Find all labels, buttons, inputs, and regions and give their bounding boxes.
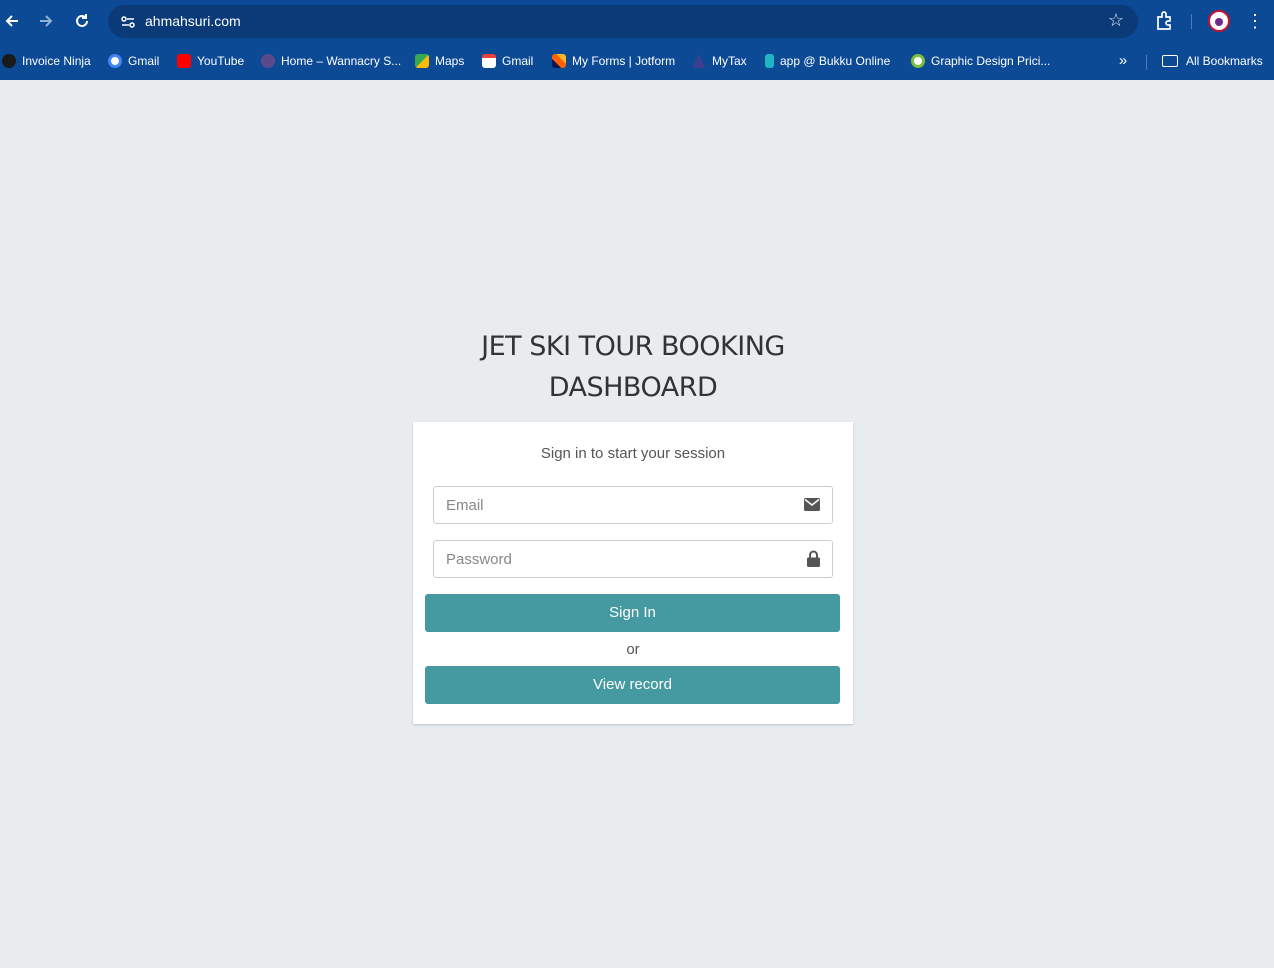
menu-dots-icon[interactable]: ⋮ <box>1245 10 1265 32</box>
bookmark-label: Invoice Ninja <box>22 54 91 68</box>
bookmark-item[interactable]: Gmail <box>108 51 159 71</box>
bookmark-item[interactable]: MyTax <box>692 51 747 71</box>
maps-icon <box>415 54 429 68</box>
bookmark-label: MyTax <box>712 54 747 68</box>
bookmark-label: Maps <box>435 54 465 68</box>
bookmark-item[interactable]: Gmail <box>482 51 533 71</box>
address-bar[interactable]: ahmahsuri.com ☆ <box>108 5 1138 38</box>
bookmark-label: Gmail <box>502 54 534 68</box>
youtube-icon <box>177 54 191 68</box>
bukku-icon <box>765 54 774 68</box>
mytax-icon <box>692 54 706 68</box>
all-bookmarks-label: All Bookmarks <box>1186 54 1263 68</box>
bookmark-item[interactable]: My Forms | Jotform <box>552 51 675 71</box>
bookmark-label: app @ Bukku Online <box>780 54 891 68</box>
reload-icon[interactable] <box>70 9 94 33</box>
folder-icon <box>1162 55 1178 67</box>
lock-icon <box>807 550 820 572</box>
bookmark-item[interactable]: YouTube <box>177 51 244 71</box>
toolbar-separator <box>1191 14 1192 29</box>
bookmark-item[interactable]: Graphic Design Prici... <box>911 51 1050 71</box>
bookmark-item[interactable]: Home – Wannacry S... <box>261 51 401 71</box>
email-input[interactable] <box>434 487 794 523</box>
bookmarks-bar: Invoice Ninja Gmail YouTube Home – Wanna… <box>0 42 1274 80</box>
page-title: JET SKI TOUR BOOKING DASHBOARD <box>433 326 833 408</box>
jotform-icon <box>552 54 566 68</box>
password-input[interactable] <box>434 541 794 577</box>
sign-in-button[interactable]: Sign In <box>425 594 840 632</box>
bookmark-star-icon[interactable]: ☆ <box>1108 10 1124 31</box>
all-bookmarks-button[interactable]: All Bookmarks <box>1162 51 1263 71</box>
gmail-icon <box>482 54 496 68</box>
url-text: ahmahsuri.com <box>145 13 241 29</box>
bookmarks-separator <box>1146 55 1147 70</box>
login-card: Sign in to start your session Sign In or… <box>413 422 853 724</box>
extensions-icon[interactable] <box>1154 10 1176 32</box>
email-field <box>433 486 833 524</box>
bookmark-item[interactable]: Maps <box>415 51 464 71</box>
more-bookmarks-icon[interactable]: » <box>1113 51 1133 71</box>
site-info-icon[interactable] <box>115 9 140 34</box>
password-field <box>433 540 833 578</box>
page-title-line1: JET SKI TOUR BOOKING <box>481 331 785 362</box>
bookmark-label: Gmail <box>128 54 160 68</box>
browser-toolbar: ahmahsuri.com ☆ ⋮ <box>0 0 1274 42</box>
bookmark-label: YouTube <box>197 54 245 68</box>
bookmark-label: Graphic Design Prici... <box>931 54 1051 68</box>
envelope-icon <box>804 498 820 516</box>
forward-icon[interactable] <box>34 9 58 33</box>
bookmark-item[interactable]: app @ Bukku Online <box>765 51 890 71</box>
invoice-ninja-icon <box>2 54 16 68</box>
google-icon <box>108 54 122 68</box>
bookmark-label: My Forms | Jotform <box>572 54 676 68</box>
bookmark-item[interactable]: Invoice Ninja <box>2 51 91 71</box>
login-message: Sign in to start your session <box>540 445 726 462</box>
bookmark-label: Home – Wannacry S... <box>281 54 402 68</box>
or-separator: or <box>626 641 640 658</box>
back-icon[interactable] <box>0 9 24 33</box>
page-title-line2: DASHBOARD <box>548 372 718 403</box>
wannacry-icon <box>261 54 275 68</box>
graphic-design-icon <box>911 54 925 68</box>
profile-avatar[interactable] <box>1208 10 1230 32</box>
view-record-button[interactable]: View record <box>425 666 840 704</box>
